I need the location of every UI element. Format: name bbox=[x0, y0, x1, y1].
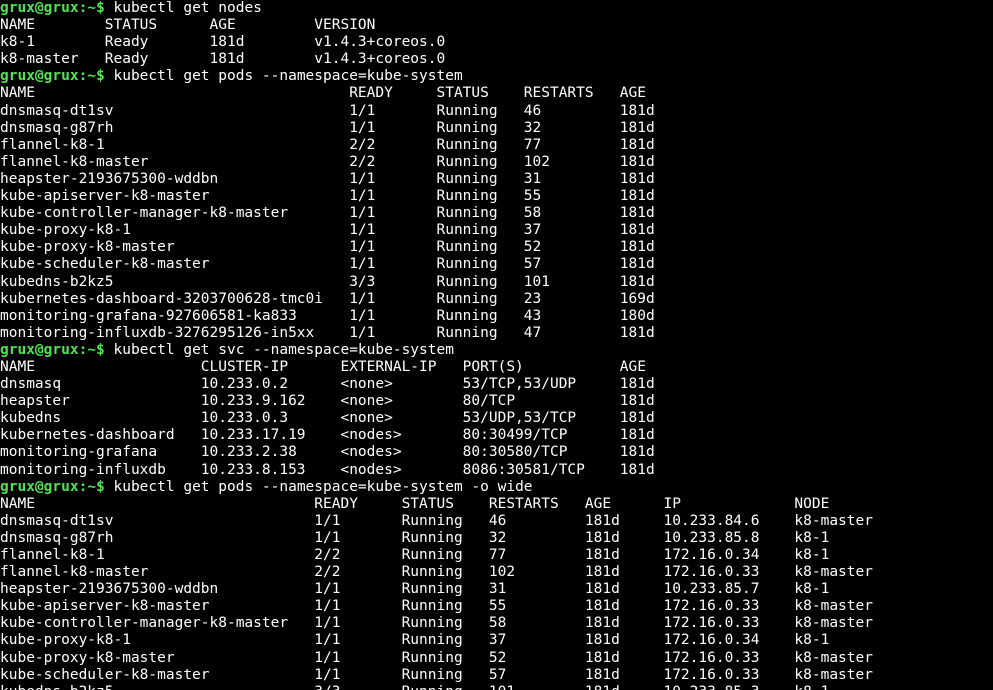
table-row: dnsmasq 10.233.0.2 <none> 53/TCP,53/UDP … bbox=[0, 376, 655, 393]
table-header-pods-wide: NAME READY STATUS RESTARTS AGE IP NODE bbox=[0, 495, 830, 512]
table-row: kube-apiserver-k8-master 1/1 Running 55 … bbox=[0, 598, 873, 615]
table-row: dnsmasq-dt1sv 1/1 Running 46 181d 10.233… bbox=[0, 512, 873, 529]
shell-prompt: grux@grux:~$ bbox=[0, 478, 105, 495]
shell-prompt: grux@grux:~$ bbox=[0, 68, 105, 85]
command-line-svc: grux@grux:~$ kubectl get svc --namespace… bbox=[0, 342, 993, 359]
table-header-nodes: NAME STATUS AGE VERSION bbox=[0, 17, 376, 34]
table-row: kubedns-b2kz5 3/3 Running 101 181d 10.23… bbox=[0, 684, 993, 690]
table-row: dnsmasq-g87rh 1/1 Running 32 181d 10.233… bbox=[0, 529, 830, 546]
table-row: kube-apiserver-k8-master 1/1 Running 55 … bbox=[0, 188, 655, 205]
table-row: kubedns-b2kz5 3/3 Running 101 181d bbox=[0, 273, 655, 290]
command-line-nodes: grux@grux:~$ kubectl get nodes bbox=[0, 0, 993, 17]
command-text-pods: kubectl get pods --namespace=kube-system bbox=[104, 68, 463, 85]
table-row: kube-scheduler-k8-master 1/1 Running 57 … bbox=[0, 256, 655, 273]
table-row: kubernetes-dashboard-3203700628-tmc0i 1/… bbox=[0, 290, 655, 307]
shell-prompt: grux@grux:~$ bbox=[0, 0, 105, 16]
table-row: kube-scheduler-k8-master 1/1 Running 57 … bbox=[0, 666, 873, 683]
command-text-pods-wide: kubectl get pods --namespace=kube-system… bbox=[104, 478, 533, 495]
table-row: heapster-2193675300-wddbn 1/1 Running 31… bbox=[0, 170, 655, 187]
table-row: flannel-k8-master 2/2 Running 102 181d 1… bbox=[0, 564, 873, 581]
table-row: flannel-k8-1 2/2 Running 77 181d 172.16.… bbox=[0, 547, 830, 563]
terminal-screen[interactable]: grux@grux:~$ kubectl get nodes NAME STATU… bbox=[0, 0, 993, 690]
table-header-svc: NAME CLUSTER-IP EXTERNAL-IP PORT(S) AGE bbox=[0, 358, 647, 375]
command-line-pods-wide: grux@grux:~$ kubectl get pods --namespac… bbox=[0, 479, 993, 496]
table-row: kube-proxy-k8-master 1/1 Running 52 181d… bbox=[0, 649, 873, 666]
table-row: kube-proxy-k8-master 1/1 Running 52 181d bbox=[0, 239, 655, 256]
table-row: monitoring-influxdb-3276295126-in5xx 1/1… bbox=[0, 324, 655, 341]
shell-prompt: grux@grux:~$ bbox=[0, 341, 105, 358]
command-text-svc: kubectl get svc --namespace=kube-system bbox=[104, 341, 454, 358]
table-row: kube-controller-manager-k8-master 1/1 Ru… bbox=[0, 615, 873, 632]
table-header-pods: NAME READY STATUS RESTARTS AGE bbox=[0, 85, 647, 102]
command-line-pods: grux@grux:~$ kubectl get pods --namespac… bbox=[0, 68, 993, 85]
command-text-nodes: kubectl get nodes bbox=[104, 0, 262, 16]
table-row: monitoring-influxdb 10.233.8.153 <nodes>… bbox=[0, 461, 655, 478]
table-row: heapster-2193675300-wddbn 1/1 Running 31… bbox=[0, 581, 830, 598]
table-row: flannel-k8-master 2/2 Running 102 181d bbox=[0, 153, 655, 170]
table-row: dnsmasq-g87rh 1/1 Running 32 181d bbox=[0, 119, 655, 136]
table-row: monitoring-grafana-927606581-ka833 1/1 R… bbox=[0, 307, 655, 324]
table-row: k8-master Ready 181d v1.4.3+coreos.0 bbox=[0, 51, 446, 68]
table-row: flannel-k8-1 2/2 Running 77 181d bbox=[0, 136, 655, 153]
table-row: kube-controller-manager-k8-master 1/1 Ru… bbox=[0, 205, 655, 222]
table-row: dnsmasq-dt1sv 1/1 Running 46 181d bbox=[0, 102, 655, 119]
table-row: heapster 10.233.9.162 <none> 80/TCP 181d bbox=[0, 393, 655, 410]
table-row: kube-proxy-k8-1 1/1 Running 37 181d bbox=[0, 222, 655, 239]
table-row: k8-1 Ready 181d v1.4.3+coreos.0 bbox=[0, 34, 446, 51]
table-row: monitoring-grafana 10.233.2.38 <nodes> 8… bbox=[0, 444, 655, 461]
table-row: kubedns 10.233.0.3 <none> 53/UDP,53/TCP … bbox=[0, 410, 655, 427]
table-row: kubernetes-dashboard 10.233.17.19 <nodes… bbox=[0, 427, 655, 444]
table-row: kube-proxy-k8-1 1/1 Running 37 181d 172.… bbox=[0, 632, 830, 649]
